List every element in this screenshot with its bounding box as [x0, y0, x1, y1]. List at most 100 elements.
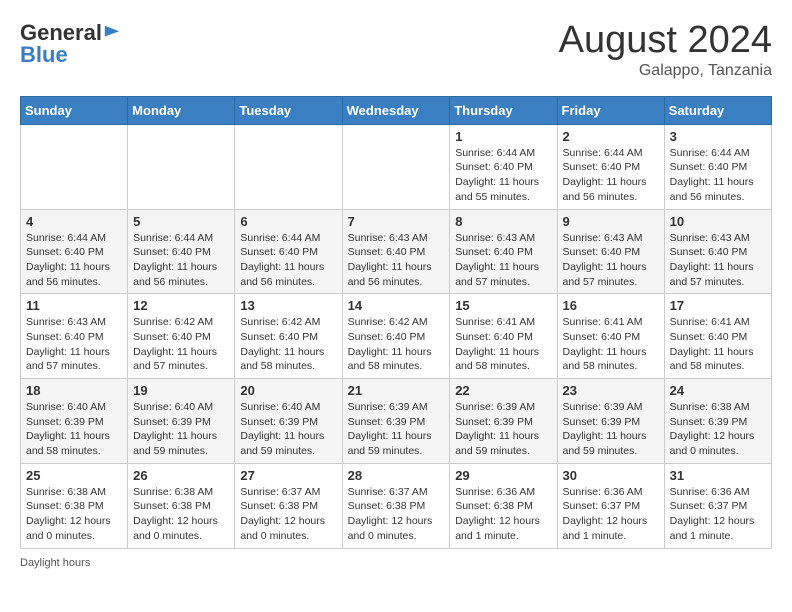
day-number: 6 — [240, 214, 336, 229]
day-info: Sunrise: 6:37 AM Sunset: 6:38 PM Dayligh… — [348, 485, 445, 544]
day-number: 14 — [348, 298, 445, 313]
day-number: 29 — [455, 468, 551, 483]
day-info: Sunrise: 6:39 AM Sunset: 6:39 PM Dayligh… — [348, 400, 445, 459]
day-number: 20 — [240, 383, 336, 398]
day-number: 2 — [563, 129, 659, 144]
col-header-sunday: Sunday — [21, 96, 128, 124]
col-header-saturday: Saturday — [664, 96, 771, 124]
day-info: Sunrise: 6:44 AM Sunset: 6:40 PM Dayligh… — [455, 146, 551, 205]
logo-blue: Blue — [20, 42, 68, 68]
calendar-cell — [128, 124, 235, 209]
day-number: 23 — [563, 383, 659, 398]
calendar-cell: 30 Sunrise: 6:36 AM Sunset: 6:37 PM Dayli… — [557, 463, 664, 548]
calendar-cell — [342, 124, 450, 209]
calendar-cell: 8 Sunrise: 6:43 AM Sunset: 6:40 PM Daylig… — [450, 209, 557, 294]
day-info: Sunrise: 6:42 AM Sunset: 6:40 PM Dayligh… — [348, 315, 445, 374]
calendar-cell: 10 Sunrise: 6:43 AM Sunset: 6:40 PM Dayli… — [664, 209, 771, 294]
calendar-cell: 11 Sunrise: 6:43 AM Sunset: 6:40 PM Dayli… — [21, 294, 128, 379]
day-info: Sunrise: 6:40 AM Sunset: 6:39 PM Dayligh… — [240, 400, 336, 459]
month-title: August 2024 — [559, 20, 772, 62]
day-number: 7 — [348, 214, 445, 229]
calendar-cell: 27Sunrise: 6:37 AM Sunset: 6:38 PM Dayli… — [235, 463, 342, 548]
day-info: Sunrise: 6:40 AM Sunset: 6:39 PM Dayligh… — [133, 400, 229, 459]
calendar-table: SundayMondayTuesdayWednesdayThursdayFrid… — [20, 96, 772, 549]
day-number: 28 — [348, 468, 445, 483]
day-info: Sunrise: 6:42 AM Sunset: 6:40 PM Dayligh… — [133, 315, 229, 374]
day-number: 18 — [26, 383, 122, 398]
col-header-tuesday: Tuesday — [235, 96, 342, 124]
day-info: Sunrise: 6:38 AM Sunset: 6:39 PM Dayligh… — [670, 400, 766, 459]
day-number: 21 — [348, 383, 445, 398]
col-header-thursday: Thursday — [450, 96, 557, 124]
day-info: Sunrise: 6:43 AM Sunset: 6:40 PM Dayligh… — [670, 231, 766, 290]
day-number: 17 — [670, 298, 766, 313]
calendar-cell: 26Sunrise: 6:38 AM Sunset: 6:38 PM Dayli… — [128, 463, 235, 548]
day-info: Sunrise: 6:44 AM Sunset: 6:40 PM Dayligh… — [133, 231, 229, 290]
day-number: 31 — [670, 468, 766, 483]
day-number: 10 — [670, 214, 766, 229]
footer-note-text: Daylight hours — [20, 557, 90, 569]
calendar-cell: 1 Sunrise: 6:44 AM Sunset: 6:40 PM Daylig… — [450, 124, 557, 209]
calendar-cell: 25 Sunrise: 6:38 AM Sunset: 6:38 PM Dayli… — [21, 463, 128, 548]
day-number: 8 — [455, 214, 551, 229]
logo: General Blue — [20, 20, 121, 68]
calendar-cell: 13Sunrise: 6:42 AM Sunset: 6:40 PM Dayli… — [235, 294, 342, 379]
day-info: Sunrise: 6:37 AM Sunset: 6:38 PM Dayligh… — [240, 485, 336, 544]
calendar-cell: 15 Sunrise: 6:41 AM Sunset: 6:40 PM Dayli… — [450, 294, 557, 379]
calendar-cell: 21 Sunrise: 6:39 AM Sunset: 6:39 PM Dayli… — [342, 379, 450, 464]
day-info: Sunrise: 6:36 AM Sunset: 6:37 PM Dayligh… — [563, 485, 659, 544]
day-number: 3 — [670, 129, 766, 144]
calendar-cell: 6Sunrise: 6:44 AM Sunset: 6:40 PM Daylig… — [235, 209, 342, 294]
day-info: Sunrise: 6:43 AM Sunset: 6:40 PM Dayligh… — [26, 315, 122, 374]
day-info: Sunrise: 6:41 AM Sunset: 6:40 PM Dayligh… — [455, 315, 551, 374]
page-header: General Blue August 2024 Galappo, Tanzan… — [20, 20, 772, 80]
calendar-cell — [21, 124, 128, 209]
calendar-cell: 22 Sunrise: 6:39 AM Sunset: 6:39 PM Dayli… — [450, 379, 557, 464]
calendar-cell: 16Sunrise: 6:41 AM Sunset: 6:40 PM Dayli… — [557, 294, 664, 379]
day-info: Sunrise: 6:42 AM Sunset: 6:40 PM Dayligh… — [240, 315, 336, 374]
day-info: Sunrise: 6:44 AM Sunset: 6:40 PM Dayligh… — [563, 146, 659, 205]
calendar-cell — [235, 124, 342, 209]
day-info: Sunrise: 6:36 AM Sunset: 6:38 PM Dayligh… — [455, 485, 551, 544]
calendar-week-3: 11 Sunrise: 6:43 AM Sunset: 6:40 PM Dayli… — [21, 294, 772, 379]
day-info: Sunrise: 6:38 AM Sunset: 6:38 PM Dayligh… — [133, 485, 229, 544]
calendar-cell: 19Sunrise: 6:40 AM Sunset: 6:39 PM Dayli… — [128, 379, 235, 464]
day-number: 9 — [563, 214, 659, 229]
calendar-cell: 4 Sunrise: 6:44 AM Sunset: 6:40 PM Daylig… — [21, 209, 128, 294]
day-info: Sunrise: 6:44 AM Sunset: 6:40 PM Dayligh… — [670, 146, 766, 205]
day-info: Sunrise: 6:36 AM Sunset: 6:37 PM Dayligh… — [670, 485, 766, 544]
day-number: 11 — [26, 298, 122, 313]
calendar-cell: 28 Sunrise: 6:37 AM Sunset: 6:38 PM Dayli… — [342, 463, 450, 548]
calendar-week-1: 1 Sunrise: 6:44 AM Sunset: 6:40 PM Daylig… — [21, 124, 772, 209]
col-header-wednesday: Wednesday — [342, 96, 450, 124]
calendar-cell: 17Sunrise: 6:41 AM Sunset: 6:40 PM Dayli… — [664, 294, 771, 379]
day-number: 1 — [455, 129, 551, 144]
footer-note: Daylight hours — [20, 557, 772, 569]
day-info: Sunrise: 6:43 AM Sunset: 6:40 PM Dayligh… — [348, 231, 445, 290]
day-info: Sunrise: 6:43 AM Sunset: 6:40 PM Dayligh… — [455, 231, 551, 290]
day-info: Sunrise: 6:39 AM Sunset: 6:39 PM Dayligh… — [455, 400, 551, 459]
day-info: Sunrise: 6:40 AM Sunset: 6:39 PM Dayligh… — [26, 400, 122, 459]
logo-flag-icon — [103, 24, 121, 42]
calendar-week-5: 25 Sunrise: 6:38 AM Sunset: 6:38 PM Dayli… — [21, 463, 772, 548]
day-info: Sunrise: 6:41 AM Sunset: 6:40 PM Dayligh… — [563, 315, 659, 374]
col-header-monday: Monday — [128, 96, 235, 124]
calendar-cell: 29 Sunrise: 6:36 AM Sunset: 6:38 PM Dayli… — [450, 463, 557, 548]
day-info: Sunrise: 6:44 AM Sunset: 6:40 PM Dayligh… — [26, 231, 122, 290]
calendar-cell: 18 Sunrise: 6:40 AM Sunset: 6:39 PM Dayli… — [21, 379, 128, 464]
calendar-cell: 2 Sunrise: 6:44 AM Sunset: 6:40 PM Daylig… — [557, 124, 664, 209]
day-number: 4 — [26, 214, 122, 229]
title-block: August 2024 Galappo, Tanzania — [559, 20, 772, 80]
day-number: 22 — [455, 383, 551, 398]
calendar-cell: 20 Sunrise: 6:40 AM Sunset: 6:39 PM Dayli… — [235, 379, 342, 464]
calendar-cell: 5Sunrise: 6:44 AM Sunset: 6:40 PM Daylig… — [128, 209, 235, 294]
calendar-cell: 7 Sunrise: 6:43 AM Sunset: 6:40 PM Daylig… — [342, 209, 450, 294]
day-number: 25 — [26, 468, 122, 483]
location-title: Galappo, Tanzania — [559, 62, 772, 80]
calendar-cell: 12Sunrise: 6:42 AM Sunset: 6:40 PM Dayli… — [128, 294, 235, 379]
calendar-cell: 24Sunrise: 6:38 AM Sunset: 6:39 PM Dayli… — [664, 379, 771, 464]
day-info: Sunrise: 6:43 AM Sunset: 6:40 PM Dayligh… — [563, 231, 659, 290]
day-number: 15 — [455, 298, 551, 313]
day-info: Sunrise: 6:38 AM Sunset: 6:38 PM Dayligh… — [26, 485, 122, 544]
day-number: 30 — [563, 468, 659, 483]
